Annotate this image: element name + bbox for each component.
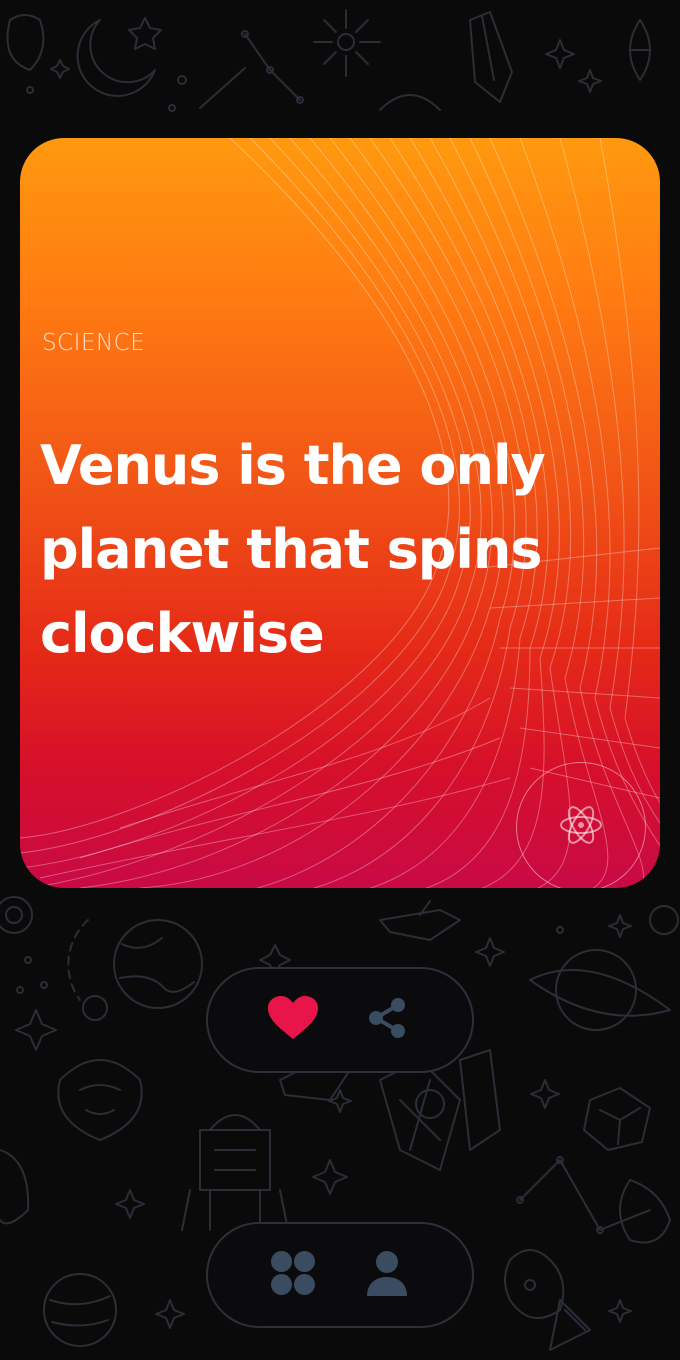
bottom-nav-bar — [206, 1222, 474, 1328]
like-button[interactable] — [266, 993, 320, 1047]
card-actions-bar — [206, 967, 474, 1073]
fact-text: Venus is the only planet that spins cloc… — [40, 434, 546, 665]
category-label: SCIENCE — [42, 330, 146, 356]
atom-icon — [557, 801, 605, 853]
grid-icon — [270, 1250, 316, 1300]
categories-button[interactable] — [266, 1248, 320, 1302]
share-button[interactable] — [360, 993, 414, 1047]
share-icon — [365, 996, 409, 1044]
heart-icon — [268, 996, 318, 1044]
user-icon — [367, 1250, 407, 1300]
fact-card[interactable]: SCIENCE Venus is the only planet that sp… — [20, 138, 660, 888]
profile-button[interactable] — [360, 1248, 414, 1302]
category-icon-button[interactable] — [516, 762, 646, 888]
